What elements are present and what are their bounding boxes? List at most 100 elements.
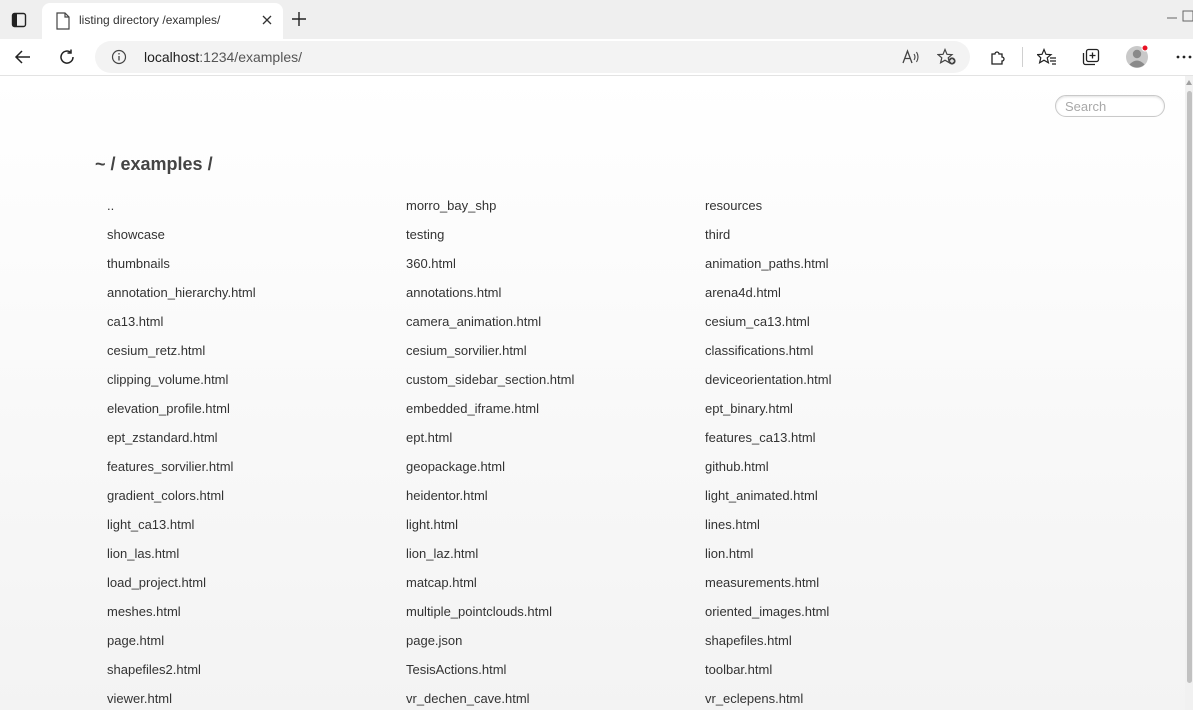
file-link[interactable]: multiple_pointclouds.html	[394, 598, 693, 627]
file-link[interactable]: ept_zstandard.html	[95, 424, 394, 453]
file-link[interactable]: classifications.html	[693, 337, 992, 366]
more-options-icon[interactable]	[1171, 44, 1193, 70]
file-link[interactable]: TesisActions.html	[394, 656, 693, 685]
file-link[interactable]: clipping_volume.html	[95, 366, 394, 395]
file-link[interactable]: light_animated.html	[693, 482, 992, 511]
file-link[interactable]: animation_paths.html	[693, 250, 992, 279]
file-link[interactable]: oriented_images.html	[693, 598, 992, 627]
tab-actions-icon[interactable]	[8, 9, 30, 31]
file-link[interactable]: page.html	[95, 627, 394, 656]
file-link[interactable]: lion_las.html	[95, 540, 394, 569]
file-row: thumbnails 360.html animation_paths.html	[95, 250, 995, 279]
tab-strip: listing directory /examples/	[0, 0, 1193, 39]
file-link[interactable]: morro_bay_shp	[394, 192, 693, 221]
file-link[interactable]: matcap.html	[394, 569, 693, 598]
file-link[interactable]: arena4d.html	[693, 279, 992, 308]
refresh-icon[interactable]	[54, 44, 80, 70]
file-row: .. morro_bay_shp resources	[95, 192, 995, 221]
new-tab-icon[interactable]	[289, 9, 309, 29]
browser-toolbar: localhost:1234/examples/	[0, 39, 1193, 76]
file-link[interactable]: light.html	[394, 511, 693, 540]
file-link[interactable]: light_ca13.html	[95, 511, 394, 540]
file-link[interactable]: viewer.html	[95, 685, 394, 710]
file-row: elevation_profile.html embedded_iframe.ht…	[95, 395, 995, 424]
file-link[interactable]: ca13.html	[95, 308, 394, 337]
file-link[interactable]: ..	[95, 192, 394, 221]
file-link[interactable]: camera_animation.html	[394, 308, 693, 337]
file-link[interactable]: vr_dechen_cave.html	[394, 685, 693, 710]
file-link[interactable]: shapefiles.html	[693, 627, 992, 656]
file-row: showcase testing third	[95, 221, 995, 250]
minimize-icon[interactable]	[1164, 10, 1180, 26]
file-link[interactable]: custom_sidebar_section.html	[394, 366, 693, 395]
url-text[interactable]: localhost:1234/examples/	[144, 49, 302, 65]
file-row: ept_zstandard.html ept.html features_ca13.…	[95, 424, 995, 453]
file-link[interactable]: annotation_hierarchy.html	[95, 279, 394, 308]
file-link[interactable]: features_ca13.html	[693, 424, 992, 453]
file-link[interactable]: measurements.html	[693, 569, 992, 598]
file-listing: .. morro_bay_shp resources showcase testing t…	[95, 192, 995, 710]
page-content: ~ / examples / ..morro_bay_shpresourcess…	[0, 76, 1185, 710]
file-link[interactable]: cesium_sorvilier.html	[394, 337, 693, 366]
file-row: shapefiles2.html TesisActions.html toolbar…	[95, 656, 995, 685]
file-link[interactable]: github.html	[693, 453, 992, 482]
file-link[interactable]: thumbnails	[95, 250, 394, 279]
file-link[interactable]: heidentor.html	[394, 482, 693, 511]
file-link[interactable]: shapefiles2.html	[95, 656, 394, 685]
url-host: localhost	[144, 49, 200, 65]
file-row: annotation_hierarchy.html annotations.htm…	[95, 279, 995, 308]
collections-icon[interactable]	[1078, 44, 1104, 70]
file-link[interactable]: lion_laz.html	[394, 540, 693, 569]
file-link[interactable]: page.json	[394, 627, 693, 656]
file-row: light_ca13.html light.html lines.html	[95, 511, 995, 540]
file-row: load_project.html matcap.html measurements…	[95, 569, 995, 598]
file-link[interactable]: deviceorientation.html	[693, 366, 992, 395]
vertical-scrollbar[interactable]	[1185, 76, 1193, 710]
file-link[interactable]: gradient_colors.html	[95, 482, 394, 511]
scroll-up-icon[interactable]	[1186, 80, 1192, 85]
file-link[interactable]: ept.html	[394, 424, 693, 453]
file-link[interactable]: meshes.html	[95, 598, 394, 627]
extensions-icon[interactable]	[985, 44, 1011, 70]
file-link[interactable]: testing	[394, 221, 693, 250]
active-tab[interactable]: listing directory /examples/	[42, 3, 283, 39]
file-link[interactable]: 360.html	[394, 250, 693, 279]
file-link[interactable]: vr_eclepens.html	[693, 685, 992, 710]
address-bar[interactable]: localhost:1234/examples/	[95, 41, 970, 73]
file-link[interactable]: embedded_iframe.html	[394, 395, 693, 424]
scrollbar-thumb[interactable]	[1187, 91, 1192, 683]
file-link[interactable]: geopackage.html	[394, 453, 693, 482]
file-row: gradient_colors.html heidentor.html light_…	[95, 482, 995, 511]
favorites-icon[interactable]	[1034, 44, 1060, 70]
back-arrow-icon[interactable]	[10, 44, 36, 70]
file-link[interactable]: lion.html	[693, 540, 992, 569]
search-input[interactable]	[1055, 95, 1165, 117]
file-link[interactable]: third	[693, 221, 992, 250]
file-link[interactable]: ept_binary.html	[693, 395, 992, 424]
file-link[interactable]: cesium_retz.html	[95, 337, 394, 366]
file-row: lion_las.html lion_laz.html lion.html	[95, 540, 995, 569]
file-row: page.html page.json shapefiles.html	[95, 627, 995, 656]
file-link[interactable]: cesium_ca13.html	[693, 308, 992, 337]
site-info-icon[interactable]	[111, 49, 127, 65]
file-row: cesium_retz.html cesium_sorvilier.html cla…	[95, 337, 995, 366]
maximize-icon[interactable]	[1182, 10, 1193, 22]
tab-title: listing directory /examples/	[79, 13, 221, 27]
directory-path-heading: ~ / examples /	[95, 154, 213, 174]
file-link[interactable]: lines.html	[693, 511, 992, 540]
file-link[interactable]: features_sorvilier.html	[95, 453, 394, 482]
toolbar-divider	[1022, 47, 1023, 67]
close-tab-icon[interactable]	[259, 12, 275, 28]
file-link[interactable]: elevation_profile.html	[95, 395, 394, 424]
add-favorite-icon[interactable]	[936, 47, 958, 67]
file-link[interactable]: load_project.html	[95, 569, 394, 598]
profile-avatar[interactable]	[1125, 44, 1151, 70]
file-link[interactable]: toolbar.html	[693, 656, 992, 685]
read-aloud-icon[interactable]	[901, 47, 921, 67]
file-link[interactable]: showcase	[95, 221, 394, 250]
file-link[interactable]: resources	[693, 192, 992, 221]
url-path: :1234/examples/	[199, 49, 302, 65]
file-row: clipping_volume.html custom_sidebar_secti…	[95, 366, 995, 395]
file-row: ca13.html camera_animation.html cesium_ca1…	[95, 308, 995, 337]
file-link[interactable]: annotations.html	[394, 279, 693, 308]
